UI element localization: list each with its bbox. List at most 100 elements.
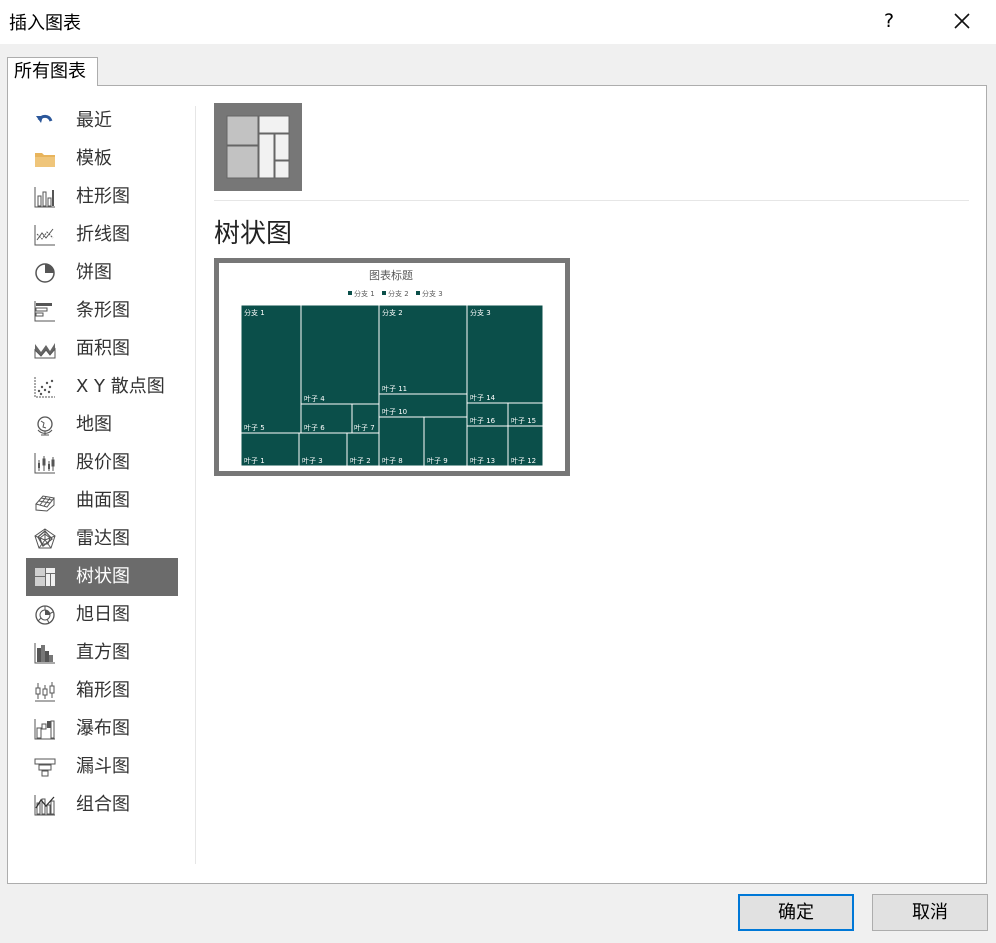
close-icon [954,13,970,29]
cancel-button[interactable]: 取消 [872,894,988,931]
funnel-icon [34,758,56,777]
tile-leaf-4 [300,304,380,405]
legend-entry: 分支 2 [388,289,409,298]
treemap-thumbnail-icon [226,115,290,179]
histogram-icon [34,643,55,664]
tile-leaf-11 [378,304,468,395]
sidebar-item-stock[interactable]: 股价图 [26,444,178,482]
sidebar-item-label: 折线图 [76,224,130,245]
sidebar-item-label: 饼图 [76,262,112,283]
surface-chart-icon [35,495,55,512]
combo-chart-icon [34,795,55,816]
sidebar-item-label: 最近 [76,110,112,131]
sidebar-item-treemap[interactable]: 树状图 [26,558,178,596]
title-bar: 插入图表 ? [0,0,996,44]
leaf-label: 叶子 7 [354,423,375,432]
branch-label: 分支 2 [382,308,403,317]
sidebar-item-label: 面积图 [76,338,130,359]
sidebar-item-label: 曲面图 [76,490,130,511]
sidebar-item-templates[interactable]: 模板 [26,140,178,178]
leaf-label: 叶子 11 [382,384,407,393]
leaf-label: 叶子 3 [302,456,323,465]
chart-type-list: 最近 模板 柱形图 折线图 饼图 条形图 面积图 X Y 散点图 地图 股价图 … [26,102,178,824]
sidebar-item-label: 柱形图 [76,186,130,207]
sidebar-item-label: 漏斗图 [76,756,130,777]
branch-label: 分支 1 [244,308,265,317]
sidebar-item-radar[interactable]: 雷达图 [26,520,178,558]
sidebar-item-area[interactable]: 面积图 [26,330,178,368]
dialog-title: 插入图表 [9,13,81,34]
sidebar-item-scatter[interactable]: X Y 散点图 [26,368,178,406]
treemap-preview[interactable]: 图表标题 分支 1 分支 2 分支 3 分支 1 分支 2 分支 3 叶子 5 … [214,258,570,476]
chart-panel: 最近 模板 柱形图 折线图 饼图 条形图 面积图 X Y 散点图 地图 股价图 … [7,85,987,884]
sidebar-item-label: 股价图 [76,452,130,473]
sidebar-item-combo[interactable]: 组合图 [26,786,178,824]
preview-legend: 分支 1 分支 2 分支 3 [348,289,443,298]
legend-entry: 分支 1 [354,289,375,298]
leaf-label: 叶子 5 [244,423,265,432]
leaf-label: 叶子 6 [304,423,325,432]
leaf-label: 叶子 1 [244,456,265,465]
globe-map-icon [37,416,53,436]
tab-all-charts[interactable]: 所有图表 [7,57,98,86]
leaf-label: 叶子 14 [470,393,496,402]
tile-leaf-5 [240,304,302,434]
content-divider [214,200,969,201]
sidebar-item-label: X Y 散点图 [76,376,165,397]
sidebar-item-waterfall[interactable]: 瀑布图 [26,710,178,748]
box-whisker-icon [35,682,55,702]
leaf-label: 叶子 4 [304,394,325,403]
branch-label: 分支 3 [470,308,491,317]
sidebar-item-surface[interactable]: 曲面图 [26,482,178,520]
column-chart-icon [34,187,55,208]
sidebar-item-label: 树状图 [76,566,130,587]
preview-chart-title: 图表标题 [369,268,413,282]
ok-button[interactable]: 确定 [738,894,854,931]
leaf-label: 叶子 12 [511,456,536,465]
sidebar-item-label: 组合图 [76,794,130,815]
folder-icon [35,153,55,167]
line-chart-icon [34,225,55,246]
sidebar-item-funnel[interactable]: 漏斗图 [26,748,178,786]
tile-leaf-14 [466,304,544,404]
close-button[interactable] [947,6,977,36]
sidebar-item-label: 模板 [76,148,112,169]
radar-chart-icon [34,528,56,549]
sidebar-item-histogram[interactable]: 直方图 [26,634,178,672]
legend-entry: 分支 3 [422,289,443,298]
recent-undo-icon [36,114,53,123]
treemap-subtype-thumbnail[interactable] [214,103,302,191]
chart-type-heading: 树状图 [214,219,293,249]
treemap-preview-chart: 图表标题 分支 1 分支 2 分支 3 分支 1 分支 2 分支 3 叶子 5 … [240,268,544,467]
sidebar-item-bar[interactable]: 条形图 [26,292,178,330]
sidebar-item-label: 瀑布图 [76,718,130,739]
sidebar-item-label: 条形图 [76,300,130,321]
treemap-icon [35,568,55,586]
leaf-label: 叶子 10 [382,407,407,416]
sidebar-item-label: 旭日图 [76,604,130,625]
stock-chart-icon [34,453,55,474]
help-button[interactable]: ? [874,6,904,36]
leaf-label: 叶子 16 [470,416,496,425]
sidebar-item-line[interactable]: 折线图 [26,216,178,254]
leaf-label: 叶子 9 [427,456,448,465]
waterfall-icon [34,719,55,740]
sidebar-item-boxwhisker[interactable]: 箱形图 [26,672,178,710]
sidebar-item-label: 直方图 [76,642,130,663]
sidebar-item-pie[interactable]: 饼图 [26,254,178,292]
sidebar-item-recent[interactable]: 最近 [26,102,178,140]
sidebar-item-column[interactable]: 柱形图 [26,178,178,216]
sidebar-item-label: 箱形图 [76,680,130,701]
sidebar-item-map[interactable]: 地图 [26,406,178,444]
sidebar-item-sunburst[interactable]: 旭日图 [26,596,178,634]
leaf-label: 叶子 13 [470,456,495,465]
sunburst-icon [35,605,55,625]
sidebar-item-label: 雷达图 [76,528,130,549]
scatter-chart-icon [34,377,55,398]
area-chart-icon [34,343,56,359]
leaf-label: 叶子 15 [511,416,536,425]
pie-chart-icon [35,263,55,283]
leaf-label: 叶子 8 [382,456,403,465]
leaf-label: 叶子 2 [350,456,371,465]
bar-chart-icon [34,301,55,322]
